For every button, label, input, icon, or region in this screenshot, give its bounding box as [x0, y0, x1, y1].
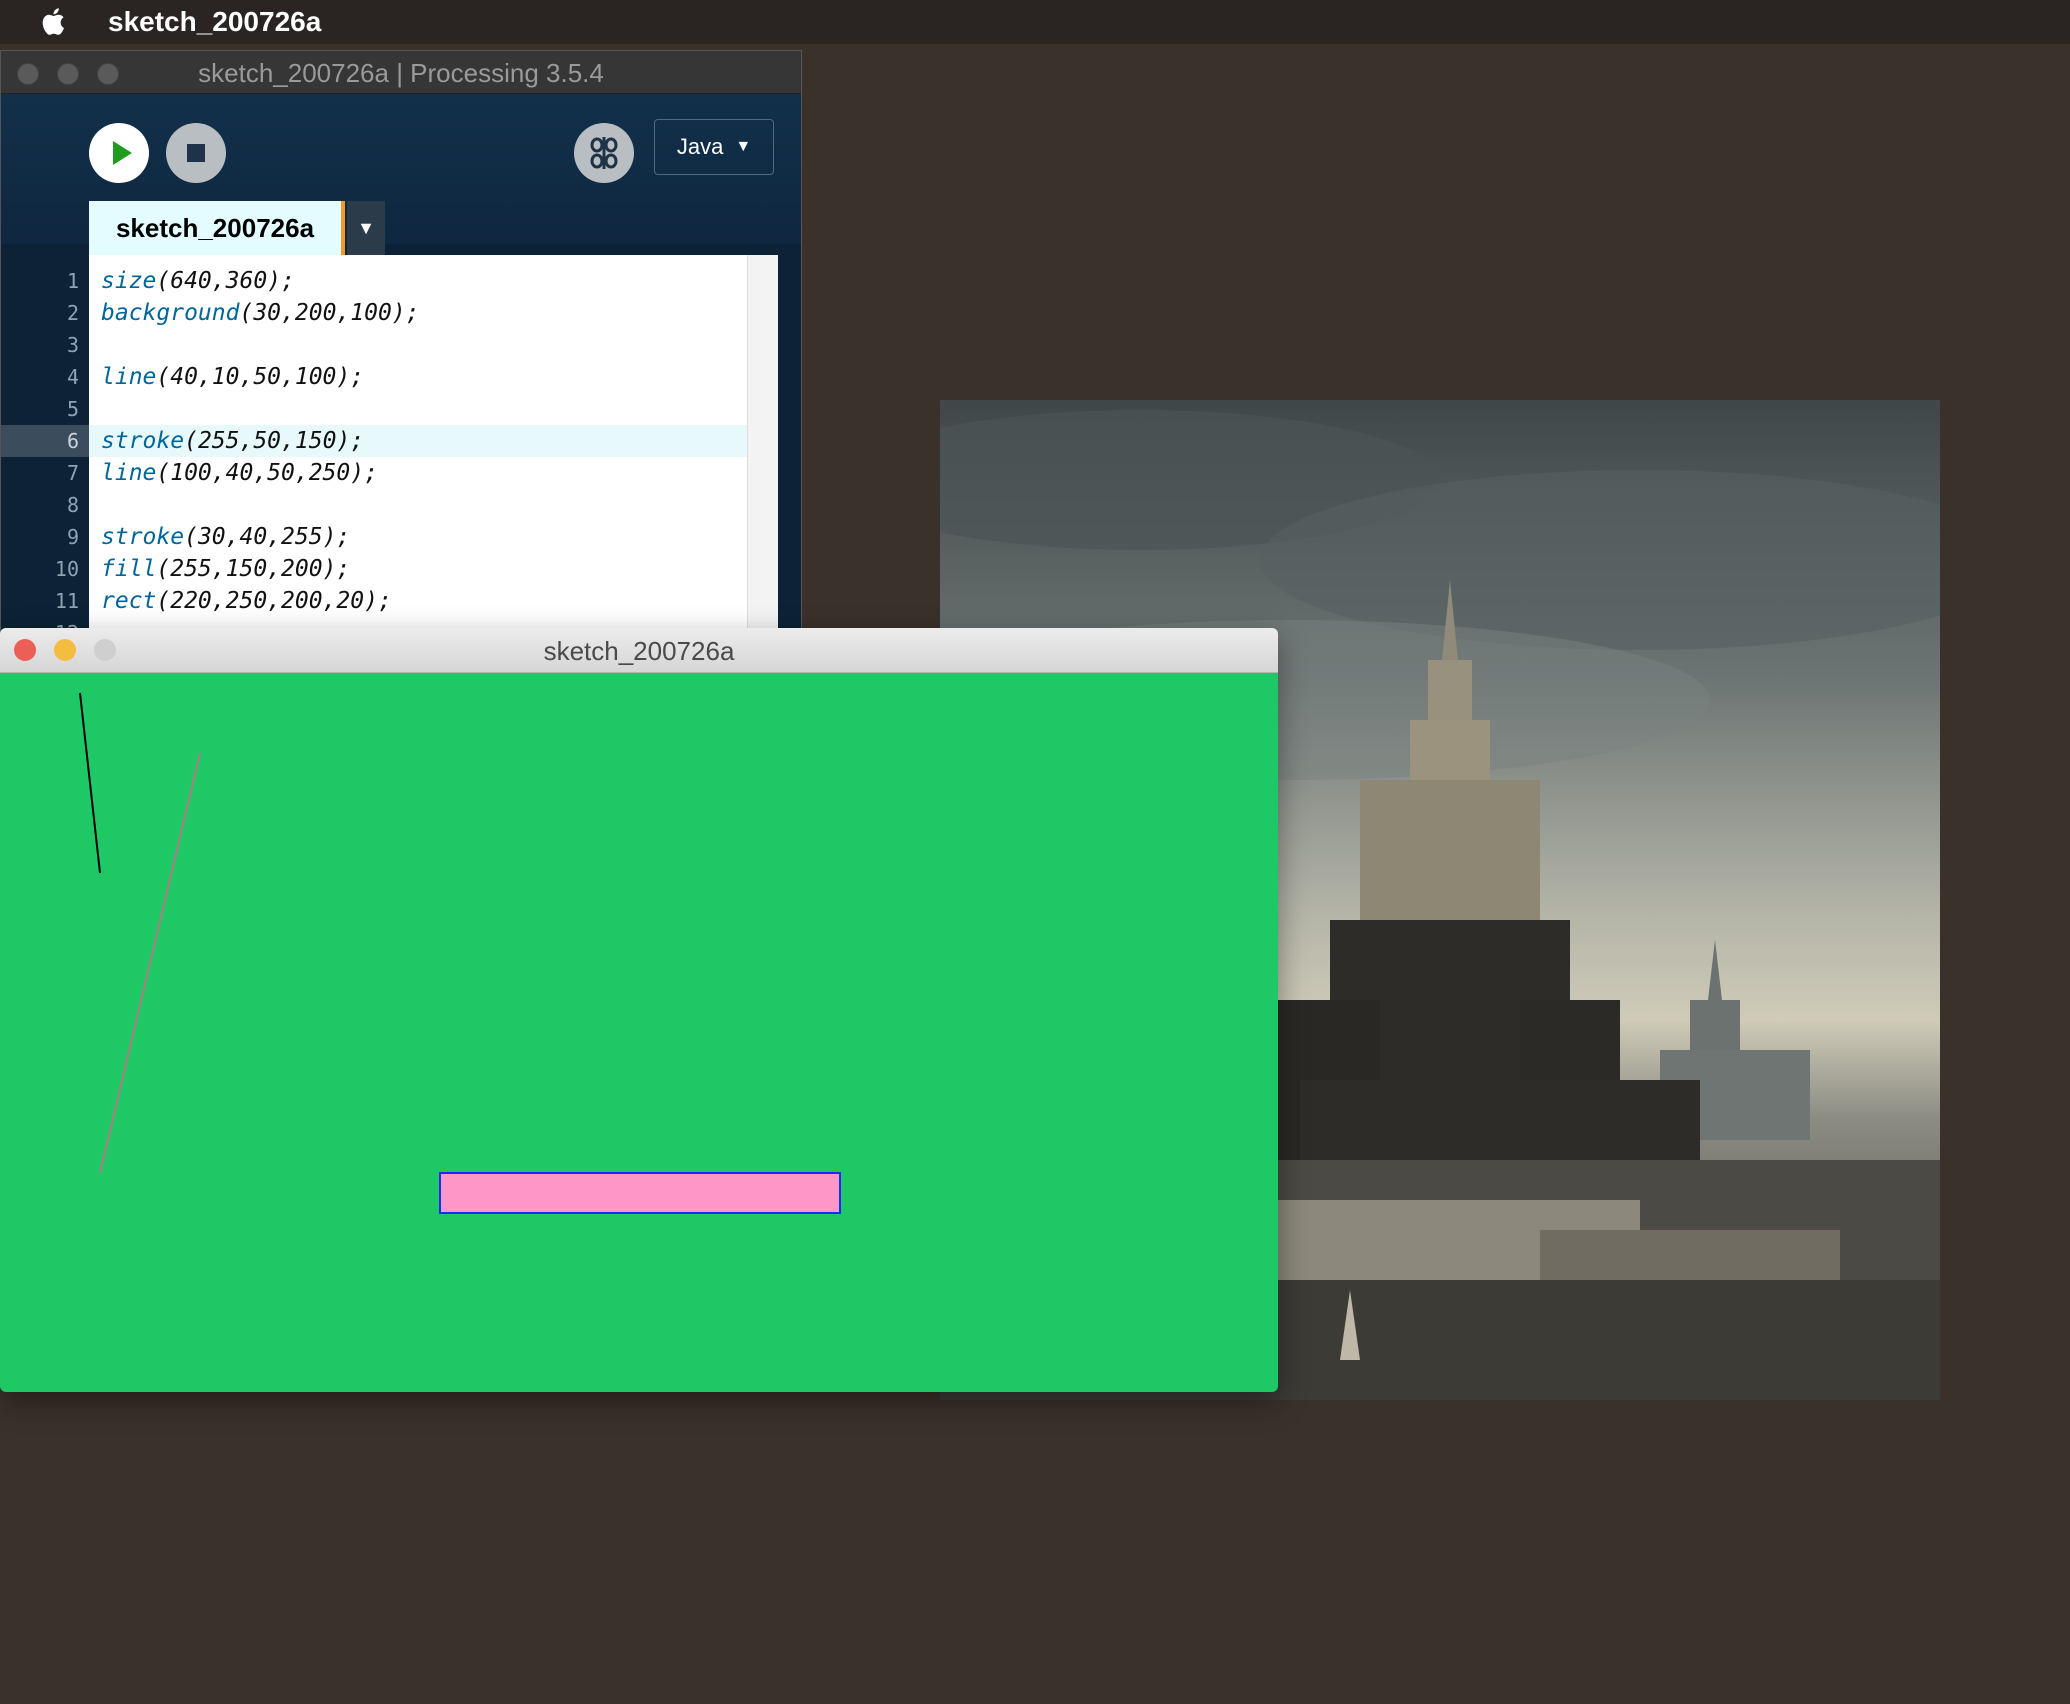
- line-number: 1: [66, 269, 79, 293]
- butterfly-icon: [590, 137, 618, 169]
- line-number: 6: [66, 429, 79, 453]
- code-arguments: (255,50,150);: [184, 428, 365, 454]
- code-function-name: line: [101, 460, 157, 486]
- chevron-down-icon: ▼: [357, 217, 375, 238]
- tab-menu-button[interactable]: ▼: [347, 201, 385, 255]
- editor-scrollbar[interactable]: [747, 255, 778, 631]
- mode-label: Java: [676, 134, 724, 159]
- sketch-window-title: sketch_200726a: [543, 636, 735, 666]
- code-function-name: rect: [101, 588, 157, 614]
- debug-button[interactable]: [574, 123, 634, 183]
- sketch-window: sketch_200726a: [0, 628, 1278, 1392]
- code-line[interactable]: stroke(255,50,150);: [101, 425, 364, 457]
- mode-selector[interactable]: Java ▼: [654, 119, 774, 175]
- code-arguments: (255,150,200);: [156, 556, 351, 582]
- code-function-name: size: [101, 268, 157, 294]
- line-number: 3: [66, 333, 79, 357]
- code-arguments: (100,40,50,250);: [156, 460, 378, 486]
- line-number: 8: [66, 493, 79, 517]
- stop-icon: [187, 144, 205, 162]
- code-function-name: fill: [101, 556, 157, 582]
- line-number: 5: [66, 397, 79, 421]
- play-icon: [113, 141, 132, 165]
- active-app-title[interactable]: sketch_200726a: [108, 6, 321, 38]
- code-line[interactable]: stroke(30,40,255);: [101, 521, 350, 553]
- code-line[interactable]: line(40,10,50,100);: [101, 361, 364, 393]
- sketch-canvas[interactable]: [0, 673, 1278, 1392]
- tab-sketch[interactable]: sketch_200726a: [89, 201, 345, 255]
- code-function-name: stroke: [101, 428, 185, 454]
- code-line[interactable]: rect(220,250,200,20);: [101, 585, 392, 617]
- code-line[interactable]: background(30,200,100);: [101, 297, 420, 329]
- stop-button[interactable]: [166, 123, 226, 183]
- code-arguments: (30,200,100);: [239, 300, 420, 326]
- code-line[interactable]: size(640,360);: [101, 265, 295, 297]
- line-number: 7: [66, 461, 79, 485]
- line-number: 4: [66, 365, 79, 389]
- code-line[interactable]: line(100,40,50,250);: [101, 457, 378, 489]
- run-button[interactable]: [89, 123, 149, 183]
- black-line: [79, 692, 101, 874]
- chevron-down-icon: ▼: [735, 138, 752, 155]
- code-arguments: (40,10,50,100);: [156, 364, 365, 390]
- line-number: 9: [66, 525, 79, 549]
- tab-label: sketch_200726a: [115, 212, 315, 243]
- line-number: 2: [66, 301, 79, 325]
- pink-line: [99, 752, 201, 1174]
- processing-ide-window: sketch_200726a | Processing 3.5.4 Java ▼…: [0, 50, 802, 632]
- line-number: 11: [54, 589, 79, 613]
- code-arguments: (640,360);: [156, 268, 295, 294]
- code-function-name: stroke: [101, 524, 185, 550]
- ide-window-title: sketch_200726a | Processing 3.5.4: [198, 58, 604, 88]
- code-arguments: (30,40,255);: [184, 524, 351, 550]
- pink-rectangle: [439, 1172, 841, 1214]
- menu-bar: sketch_200726a: [0, 0, 2070, 44]
- code-line[interactable]: fill(255,150,200);: [101, 553, 350, 585]
- apple-icon[interactable]: [40, 6, 70, 38]
- code-arguments: (220,250,200,20);: [156, 588, 392, 614]
- line-number: 10: [54, 557, 79, 581]
- ide-titlebar[interactable]: sketch_200726a | Processing 3.5.4: [1, 51, 801, 94]
- code-function-name: line: [101, 364, 157, 390]
- sketch-titlebar[interactable]: sketch_200726a: [0, 628, 1278, 673]
- code-function-name: background: [101, 300, 240, 326]
